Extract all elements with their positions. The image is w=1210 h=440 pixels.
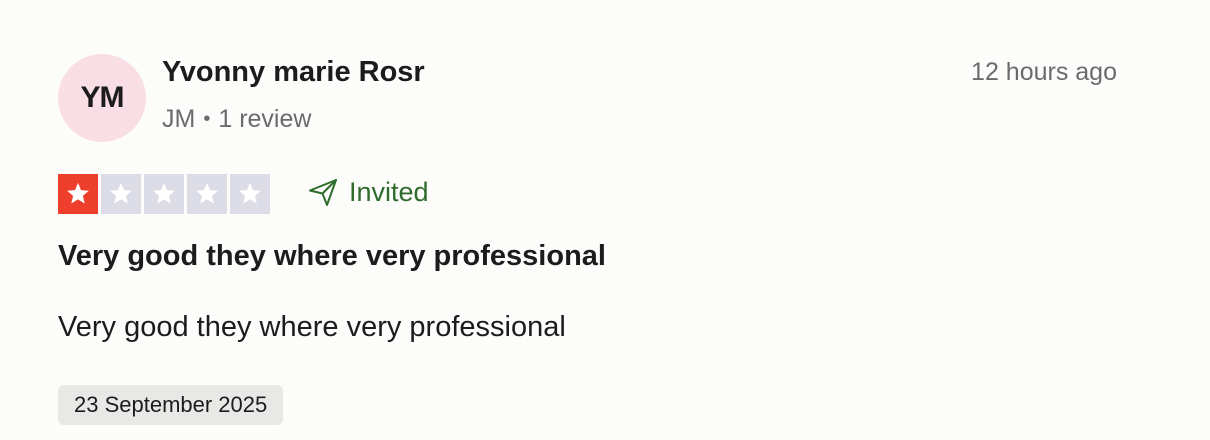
invited-label: Invited [349,176,429,207]
review-card: YM Yvonny marie Rosr JM • 1 review 12 ho… [0,0,1210,440]
star-icon [239,182,261,204]
star-3 [144,174,184,214]
review-body: Very good they where very professional [58,311,566,343]
reviewer-meta: JM • 1 review [162,105,311,134]
reviewer-review-count: 1 review [218,105,312,133]
avatar[interactable]: YM [58,54,146,142]
reviewer-name[interactable]: Yvonny marie Rosr [162,56,425,89]
star-icon [196,182,218,204]
paper-plane-icon [309,179,337,206]
experience-date: 23 September 2025 [74,392,268,417]
star-icon [153,182,175,204]
experience-date-badge: 23 September 2025 [58,385,284,425]
meta-separator: • [203,108,211,130]
star-icon [110,182,132,204]
invited-badge[interactable]: Invited [307,176,429,208]
star-2 [101,174,141,214]
star-5 [230,174,270,214]
avatar-initials: YM [80,81,125,114]
review-timestamp: 12 hours ago [971,58,1117,86]
review-title[interactable]: Very good they where very professional [58,240,606,273]
star-1 [58,174,98,214]
star-4 [187,174,227,214]
reviewer-country: JM [162,105,196,133]
star-icon [67,182,89,204]
star-rating [58,174,270,214]
